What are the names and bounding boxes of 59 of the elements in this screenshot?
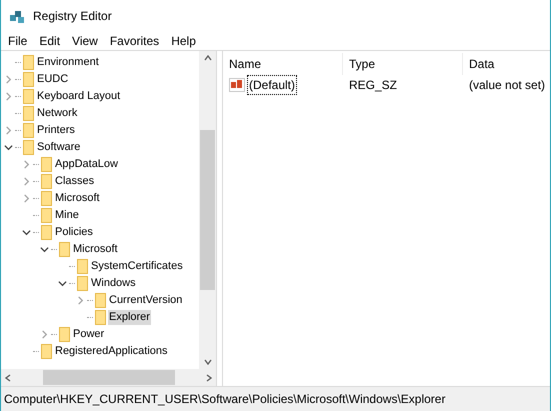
vertical-scrollbar[interactable] bbox=[199, 51, 216, 369]
registry-cubes-icon bbox=[9, 8, 25, 24]
tree-item[interactable]: Windows bbox=[90, 276, 137, 291]
tree-item[interactable]: SystemCertificates bbox=[90, 259, 184, 274]
menu-item[interactable]: File bbox=[3, 32, 32, 50]
menu-item[interactable]: Favorites bbox=[104, 32, 164, 50]
folder-icon bbox=[41, 157, 52, 172]
folder-icon bbox=[23, 123, 34, 138]
menu-item[interactable]: Edit bbox=[34, 32, 66, 50]
column-header[interactable]: Type bbox=[343, 53, 463, 75]
scrollbar-thumb[interactable] bbox=[200, 130, 215, 290]
tree-item[interactable]: Policies bbox=[54, 225, 94, 240]
scroll-down-icon[interactable] bbox=[204, 359, 212, 365]
tree-item[interactable]: Microsoft bbox=[54, 191, 101, 206]
tree-item[interactable]: Mine bbox=[54, 208, 80, 223]
table-cell-text: REG_SZ bbox=[348, 77, 398, 94]
folder-icon bbox=[23, 140, 34, 155]
folder-icon bbox=[41, 225, 52, 240]
scroll-right-icon[interactable] bbox=[206, 374, 212, 382]
tree-item[interactable]: Classes bbox=[54, 174, 96, 189]
folder-icon bbox=[77, 259, 88, 274]
window-title: Registry Editor bbox=[33, 8, 112, 25]
tree-item[interactable]: Software bbox=[36, 140, 82, 155]
folder-icon bbox=[41, 208, 52, 223]
table-cell-text: (value not set) bbox=[468, 77, 546, 94]
folder-icon bbox=[95, 310, 106, 325]
folder-icon bbox=[23, 89, 34, 104]
folder-icon bbox=[59, 242, 70, 257]
tree-item[interactable]: AppDataLow bbox=[54, 157, 119, 172]
folder-icon bbox=[41, 344, 52, 359]
folder-icon bbox=[23, 72, 34, 87]
folder-icon bbox=[41, 174, 52, 189]
folder-icon bbox=[59, 327, 70, 342]
scrollbar-thumb[interactable] bbox=[42, 370, 174, 385]
string-value-icon bbox=[229, 78, 245, 92]
folder-icon bbox=[95, 293, 106, 308]
tree-item[interactable]: RegisteredApplications bbox=[54, 344, 169, 359]
folder-icon bbox=[23, 55, 34, 70]
horizontal-scrollbar[interactable] bbox=[1, 369, 216, 386]
folder-icon bbox=[41, 191, 52, 206]
tree-item[interactable]: EUDC bbox=[36, 72, 70, 87]
column-header[interactable]: Name bbox=[223, 53, 343, 75]
tree-item[interactable]: Network bbox=[36, 106, 78, 121]
tree-item[interactable]: Printers bbox=[36, 123, 76, 138]
table-cell[interactable]: (Default) bbox=[247, 75, 298, 95]
tree-item[interactable]: Environment bbox=[36, 55, 100, 70]
folder-icon bbox=[23, 106, 34, 121]
column-header[interactable]: Data bbox=[463, 53, 550, 75]
menu-item[interactable]: View bbox=[67, 32, 103, 50]
tree-item[interactable]: Keyboard Layout bbox=[36, 89, 122, 104]
scroll-up-icon[interactable] bbox=[204, 55, 212, 61]
status-bar-path: Computer\HKEY_CURRENT_USER\Software\Policies\Microsoft\Windows\Explorer bbox=[4, 391, 446, 408]
tree-item[interactable]: CurrentVersion bbox=[108, 293, 184, 308]
scroll-left-icon[interactable] bbox=[5, 374, 11, 382]
tree-item[interactable]: Explorer bbox=[108, 310, 151, 325]
folder-icon bbox=[77, 276, 88, 291]
tree-item[interactable]: Microsoft bbox=[72, 242, 119, 257]
menu-item[interactable]: Help bbox=[166, 32, 201, 50]
tree-item[interactable]: Power bbox=[72, 327, 106, 342]
